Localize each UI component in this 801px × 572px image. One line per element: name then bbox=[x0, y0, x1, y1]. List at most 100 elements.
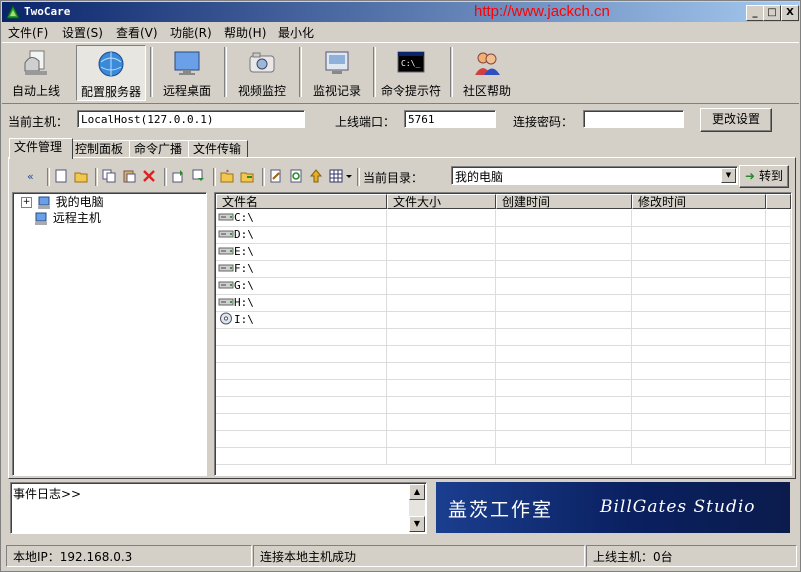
file-toolbar: « * 当前目录： 我的电脑 ▼ ➜ 转到 bbox=[14, 165, 789, 189]
file-name: C:\ bbox=[234, 211, 254, 224]
tree-expander[interactable]: + bbox=[21, 197, 32, 208]
port-field[interactable]: 5761 bbox=[404, 110, 496, 128]
cell-filler bbox=[766, 363, 791, 379]
menu-file[interactable]: 文件(F) bbox=[8, 24, 48, 41]
cell-modified bbox=[632, 312, 766, 328]
cell-created bbox=[496, 244, 632, 260]
table-row[interactable]: I:\ bbox=[216, 312, 791, 329]
menu-help[interactable]: 帮助(H) bbox=[224, 24, 266, 41]
scroll-up-icon[interactable]: ▲ bbox=[409, 484, 425, 500]
monitor-record-button[interactable]: 监视记录 bbox=[307, 45, 367, 99]
cell-size bbox=[387, 278, 496, 294]
maximize-button[interactable]: □ bbox=[763, 5, 781, 21]
config-server-label: 配置服务器 bbox=[80, 85, 141, 99]
cell-size bbox=[387, 346, 496, 362]
tree-node-my-computer[interactable]: + 我的电脑 bbox=[21, 194, 104, 210]
toolbar-separator bbox=[150, 47, 153, 97]
empty-row bbox=[216, 329, 791, 346]
view-mode-icon[interactable] bbox=[329, 169, 353, 183]
back-icon[interactable]: « bbox=[26, 169, 40, 183]
cmd-icon: C:\_ bbox=[397, 51, 425, 73]
empty-row bbox=[216, 448, 791, 465]
edit-icon[interactable] bbox=[269, 169, 283, 183]
file-name: E:\ bbox=[234, 245, 254, 258]
apply-settings-button[interactable]: 更改设置 bbox=[700, 108, 772, 132]
menu-settings[interactable]: 设置(S) bbox=[62, 24, 103, 41]
file-list[interactable]: 文件名 文件大小 创建时间 修改时间 C:\ D:\ E:\ F:\ G:\ H:\ I:\ bbox=[214, 192, 792, 476]
table-row[interactable]: H:\ bbox=[216, 295, 791, 312]
current-dir-select[interactable]: 我的电脑 ▼ bbox=[451, 166, 738, 185]
column-header-size[interactable]: 文件大小 bbox=[387, 194, 496, 209]
table-row[interactable]: C:\ bbox=[216, 210, 791, 227]
password-field[interactable] bbox=[583, 110, 684, 128]
go-button[interactable]: ➜ 转到 bbox=[739, 165, 789, 188]
cell-modified bbox=[632, 227, 766, 243]
event-log-scrollbar[interactable]: ▲ ▼ bbox=[409, 484, 425, 532]
copy-icon[interactable] bbox=[102, 169, 116, 183]
menu-view[interactable]: 查看(V) bbox=[116, 24, 158, 41]
cell-created bbox=[496, 295, 632, 311]
column-header-modified[interactable]: 修改时间 bbox=[632, 194, 766, 209]
community-help-label: 社区帮助 bbox=[462, 84, 511, 98]
folder-tree[interactable]: + 我的电脑 远程主机 bbox=[12, 192, 207, 476]
config-server-button[interactable]: 配置服务器 bbox=[76, 45, 146, 101]
close-button[interactable]: X bbox=[781, 5, 799, 21]
paste-icon[interactable] bbox=[122, 169, 136, 183]
cell-modified bbox=[632, 210, 766, 226]
community-help-button[interactable]: 社区帮助 bbox=[457, 45, 517, 99]
toolbar-separator bbox=[357, 168, 360, 186]
banner-en-text: BillGates Studio bbox=[600, 497, 756, 517]
tree-node-remote-host[interactable]: 远程主机 bbox=[33, 210, 101, 226]
column-header-created[interactable]: 创建时间 bbox=[496, 194, 632, 209]
remote-desktop-label: 远程桌面 bbox=[162, 84, 211, 98]
tab-file-transfer[interactable]: 文件传输 bbox=[188, 140, 248, 158]
drive-icon bbox=[218, 298, 234, 306]
open-folder-icon[interactable] bbox=[74, 169, 88, 183]
table-row[interactable]: F:\ bbox=[216, 261, 791, 278]
delete-icon[interactable] bbox=[142, 169, 156, 183]
table-row[interactable]: D:\ bbox=[216, 227, 791, 244]
tab-command-broadcast[interactable]: 命令广播 bbox=[129, 140, 189, 158]
go-arrow-icon: ➜ bbox=[745, 169, 756, 183]
cell-name bbox=[216, 329, 387, 345]
remote-desktop-button[interactable]: 远程桌面 bbox=[157, 45, 217, 99]
column-header-name[interactable]: 文件名 bbox=[216, 194, 387, 209]
auto-online-icon bbox=[24, 50, 47, 75]
command-prompt-label: 命令提示符 bbox=[380, 84, 441, 98]
tab-file-manager[interactable]: 文件管理 bbox=[9, 138, 73, 159]
event-log[interactable]: 事件日志>> ▲ ▼ bbox=[10, 482, 427, 534]
up-level-icon[interactable] bbox=[309, 169, 323, 183]
new-file-icon[interactable] bbox=[54, 169, 68, 183]
auto-online-button[interactable]: 自动上线 bbox=[6, 45, 66, 99]
command-prompt-button[interactable]: C:\_ 命令提示符 bbox=[378, 45, 444, 99]
download-icon[interactable] bbox=[191, 169, 205, 183]
table-row[interactable]: G:\ bbox=[216, 278, 791, 295]
host-field[interactable]: LocalHost(127.0.0.1) bbox=[77, 110, 305, 128]
cell-size bbox=[387, 329, 496, 345]
cell-modified bbox=[632, 431, 766, 447]
refresh-icon[interactable] bbox=[289, 169, 303, 183]
scroll-down-icon[interactable]: ▼ bbox=[409, 516, 425, 532]
camera-icon bbox=[249, 52, 275, 73]
new-folder-icon[interactable]: * bbox=[220, 169, 234, 183]
menu-minimize[interactable]: 最小化 bbox=[278, 24, 314, 41]
move-folder-icon[interactable] bbox=[240, 169, 254, 183]
cell-filler bbox=[766, 278, 791, 294]
password-label: 连接密码： bbox=[513, 115, 574, 129]
chevron-down-icon[interactable]: ▼ bbox=[721, 168, 736, 183]
column-header-filler bbox=[766, 194, 791, 209]
minimize-button[interactable]: _ bbox=[746, 5, 764, 21]
cell-name: F:\ bbox=[216, 261, 387, 277]
tab-control-panel[interactable]: 控制面板 bbox=[70, 140, 130, 158]
tree-label: 我的电脑 bbox=[55, 195, 104, 209]
menu-function[interactable]: 功能(R) bbox=[170, 24, 212, 41]
cell-size bbox=[387, 397, 496, 413]
video-monitor-button[interactable]: 视频监控 bbox=[232, 45, 292, 99]
globe-config-icon bbox=[98, 51, 124, 77]
app-window: TwoCare http://www.jackch.cn _ □ X 文件(F)… bbox=[0, 0, 801, 572]
cell-created bbox=[496, 431, 632, 447]
upload-icon[interactable] bbox=[171, 169, 185, 183]
file-name: F:\ bbox=[234, 262, 254, 275]
table-row[interactable]: E:\ bbox=[216, 244, 791, 261]
cell-modified bbox=[632, 244, 766, 260]
